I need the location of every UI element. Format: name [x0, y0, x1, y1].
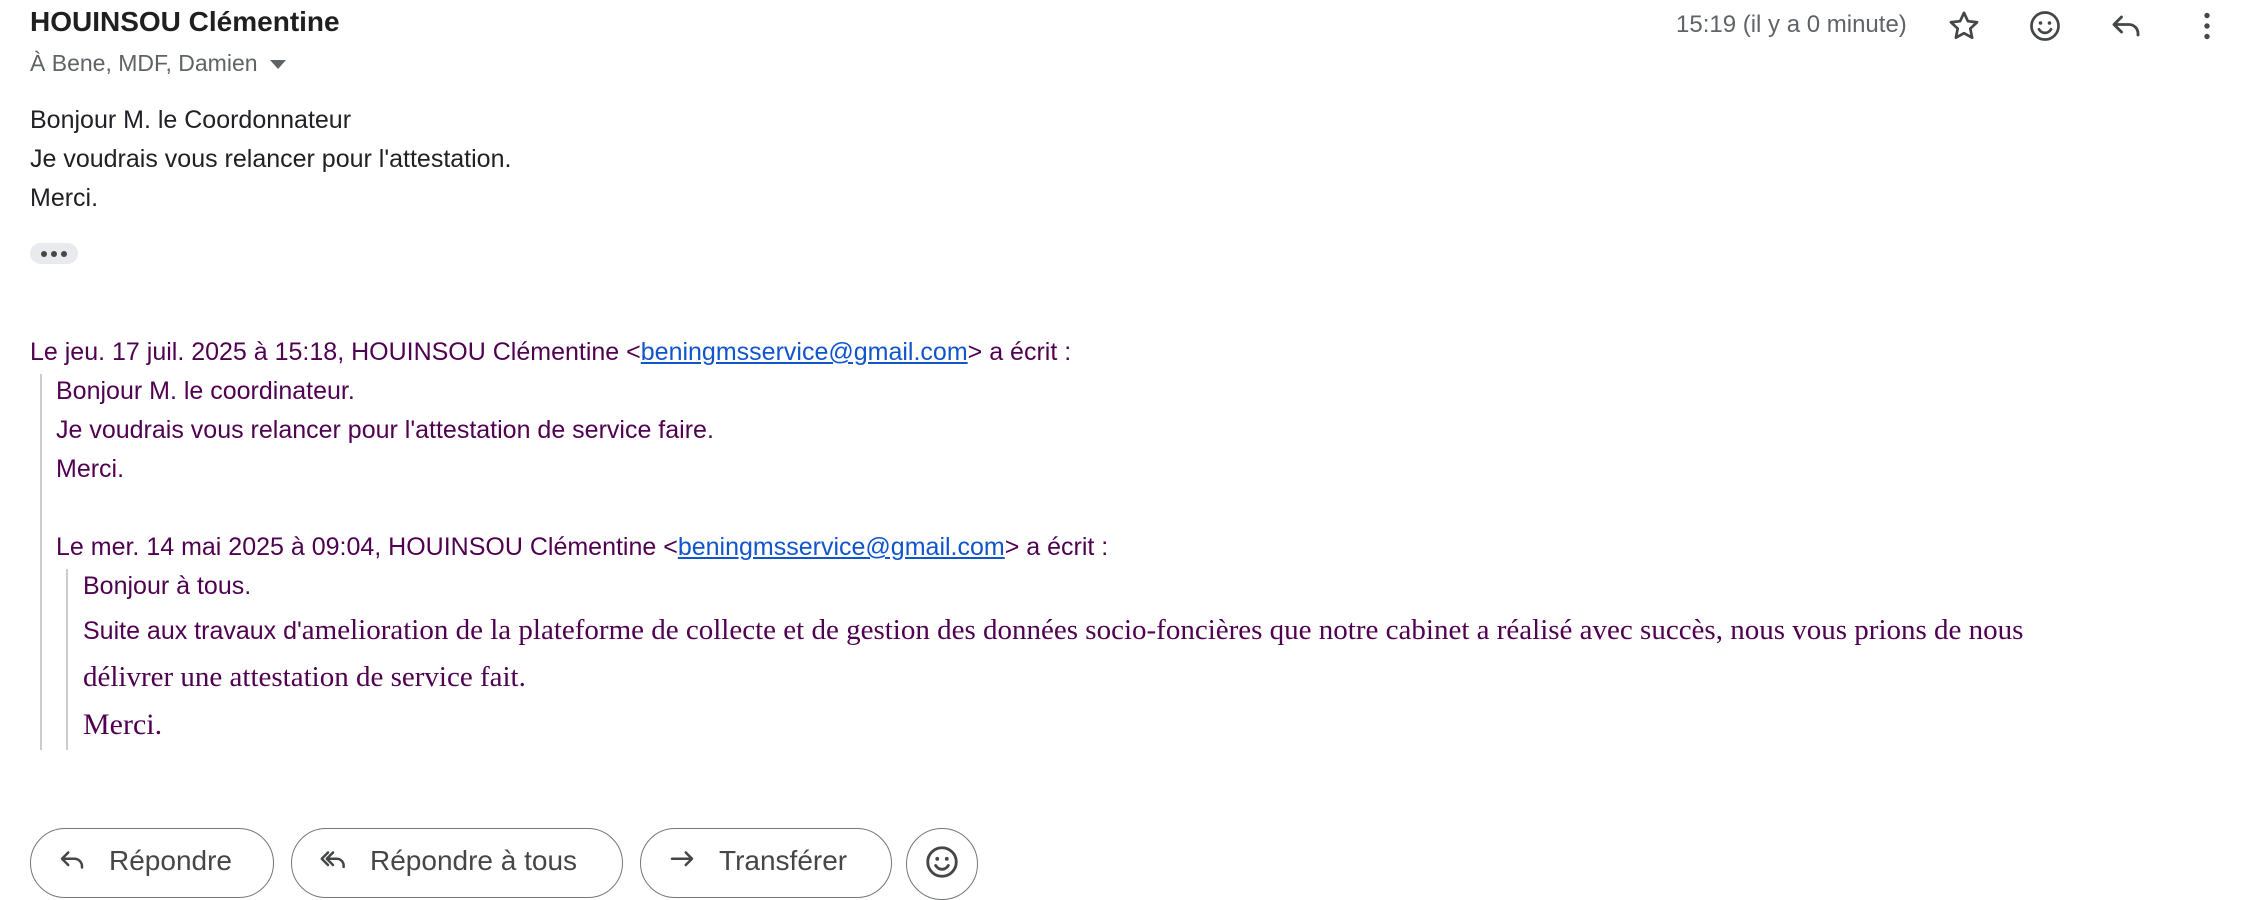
star-button[interactable] — [1940, 2, 1988, 50]
more-vert-icon — [2204, 12, 2210, 40]
quoted-line: Merci. — [56, 455, 125, 483]
quote-attribution: Le jeu. 17 juil. 2025 à 15:18, HOUINSOU … — [30, 338, 1071, 367]
ellipsis-dot — [51, 250, 57, 257]
forward-label: Transférer — [719, 845, 848, 876]
chevron-down-icon[interactable] — [269, 60, 286, 69]
quote-attribution: Le mer. 14 mai 2025 à 09:04, HOUINSOU Cl… — [56, 533, 1108, 562]
quote-bar — [66, 569, 68, 750]
quoted-closing: Merci. — [83, 708, 163, 741]
quoted-greeting: Bonjour à tous. — [83, 572, 252, 600]
attribution-prefix: Le jeu. 17 juil. 2025 à 15:18, HOUINSOU … — [30, 338, 641, 366]
recipients-toggle[interactable]: À Bene, MDF, Damien — [30, 50, 286, 77]
paragraph-prefix: Suite aux travaux d' — [83, 617, 302, 645]
reply-action-button[interactable]: Répondre — [30, 828, 274, 898]
show-trimmed-content-button[interactable] — [30, 243, 78, 264]
attribution-suffix: > a écrit : — [1004, 533, 1109, 561]
body-line: Bonjour M. le Coordonnateur — [30, 106, 352, 134]
reply-icon — [2112, 15, 2140, 37]
quoted-paragraph-line: délivrer une attestation de service fait… — [83, 661, 526, 693]
emoji-icon — [926, 846, 958, 878]
reply-icon — [60, 851, 84, 869]
forward-action-button[interactable]: Transférer — [640, 828, 892, 898]
quoted-line: Bonjour M. le coordinateur. — [56, 377, 355, 405]
ellipsis-dot — [41, 250, 47, 257]
quote-bar — [40, 374, 42, 750]
emoji-icon — [2030, 11, 2060, 41]
sender-name[interactable]: HOUINSOU Clémentine — [30, 6, 340, 38]
paragraph-rest: amelioration de la plateforme de collect… — [301, 614, 2024, 646]
ellipsis-dot — [61, 250, 67, 257]
forward-icon — [670, 851, 694, 867]
attribution-suffix: > a écrit : — [967, 338, 1072, 366]
sender-email-link[interactable]: beningmsservice@gmail.com — [678, 533, 1005, 561]
recipients-label: À Bene, MDF, Damien — [30, 50, 258, 76]
quoted-paragraph-line: Suite aux travaux d'amelioration de la p… — [83, 614, 2023, 647]
reply-all-action-button[interactable]: Répondre à tous — [291, 828, 623, 898]
attribution-prefix: Le mer. 14 mai 2025 à 09:04, HOUINSOU Cl… — [56, 533, 678, 561]
reply-button[interactable] — [2102, 2, 2150, 50]
emoji-reaction-button[interactable] — [906, 828, 978, 900]
message-timestamp: 15:19 (il y a 0 minute) — [1676, 11, 1907, 38]
more-options-button[interactable] — [2183, 2, 2231, 50]
reply-all-icon — [320, 851, 345, 869]
reply-all-label: Répondre à tous — [370, 845, 578, 876]
star-icon — [1949, 11, 1979, 40]
body-line: Je voudrais vous relancer pour l'attesta… — [30, 145, 512, 173]
add-reaction-button[interactable] — [2021, 2, 2069, 50]
reply-label: Répondre — [109, 845, 232, 876]
sender-email-link[interactable]: beningmsservice@gmail.com — [641, 338, 968, 366]
quoted-line: Je voudrais vous relancer pour l'attesta… — [56, 416, 714, 444]
body-line: Merci. — [30, 184, 99, 212]
